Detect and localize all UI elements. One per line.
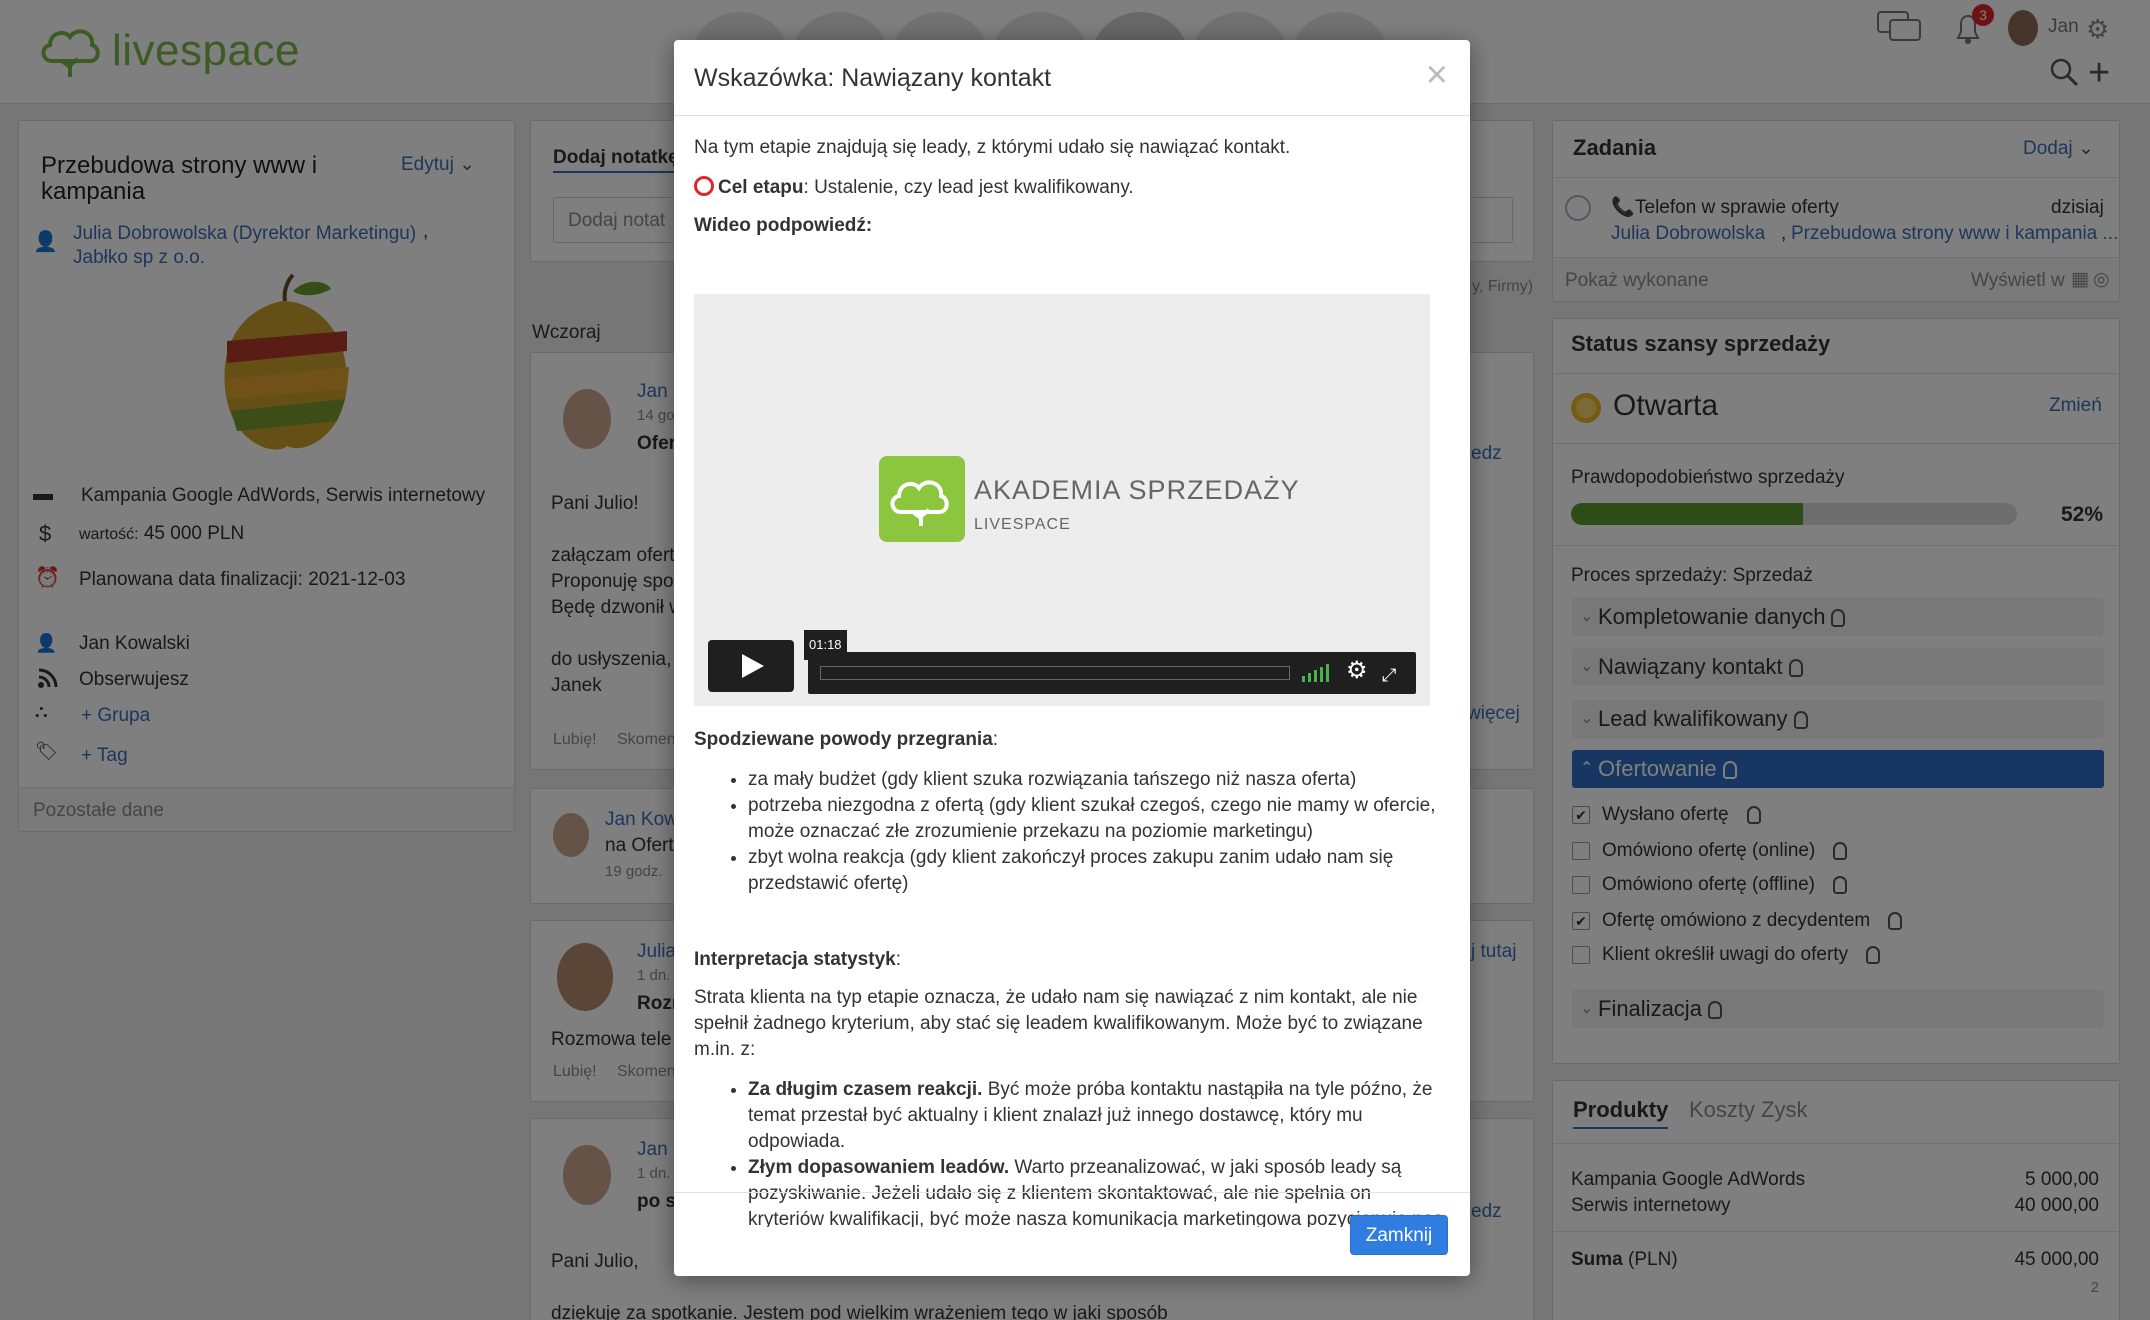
video-label: Wideo podpowiedź: [694,215,873,236]
modal-body[interactable]: Na tym etapie znajdują się leady, z któr… [674,117,1470,1227]
volume-icon[interactable] [1302,664,1332,690]
video-progress-track[interactable] [820,666,1290,680]
list-item: zbyt wolna reakcja (gdy klient zakończył… [748,845,1450,897]
stats-text: Strata klienta na typ etapie oznacza, że… [694,987,1423,1060]
fullscreen-icon[interactable]: ⤢ [1382,662,1396,688]
list-item: Za długim czasem reakcji. Być może próba… [748,1077,1450,1155]
close-icon[interactable]: × [1426,54,1448,97]
hint-modal: Wskazówka: Nawiązany kontakt × Na tym et… [674,40,1470,1276]
video-subtitle: LIVESPACE [974,516,1071,533]
list-item-bold: Złym dopasowaniem leadów. [748,1157,1010,1178]
loss-reasons-list: za mały budżet (gdy klient szuka rozwiąz… [694,767,1450,897]
target-icon [694,176,714,196]
loss-heading: Spodziewane powody przegrania [694,729,993,750]
video-player[interactable]: AKADEMIA SPRZEDAŻY LIVESPACE 01:18 ⚙ ⤢ [694,294,1430,706]
video-title: AKADEMIA SPRZEDAŻY [974,475,1300,505]
goal-label: Cel etapu [718,177,804,198]
goal-text: : Ustalenie, czy lead jest kwalifikowany… [803,177,1134,198]
play-button[interactable] [708,640,794,692]
list-item-bold: Za długim czasem reakcji. [748,1079,983,1100]
modal-footer: Zamknij [674,1192,1470,1276]
list-item: potrzeba niezgodna z ofertą (gdy klient … [748,793,1450,845]
close-button[interactable]: Zamknij [1350,1215,1448,1255]
stage-intro: Na tym etapie znajdują się leady, z któr… [694,137,1291,158]
modal-title: Wskazówka: Nawiązany kontakt [694,64,1052,92]
list-item: za mały budżet (gdy klient szuka rozwiąz… [748,767,1450,793]
video-controls: ⚙ ⤢ [808,652,1416,694]
settings-gear-icon[interactable]: ⚙ [1346,658,1368,684]
cloud-logo-icon [879,456,965,542]
stats-heading: Interpretacja statystyk [694,949,896,970]
modal-header: Wskazówka: Nawiązany kontakt × [674,40,1470,116]
